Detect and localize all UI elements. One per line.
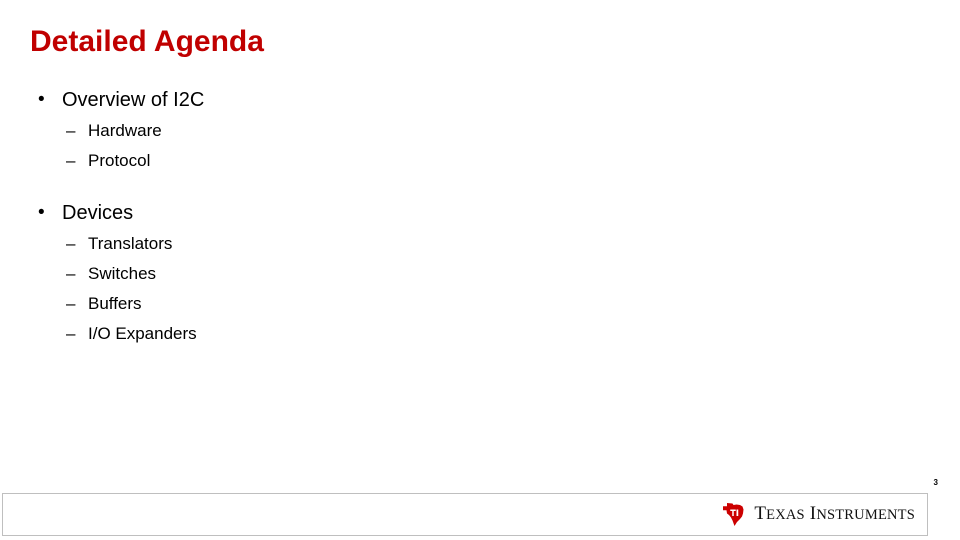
list-item-label: Translators <box>88 234 173 253</box>
list-item-label: Switches <box>88 264 157 283</box>
footer-bar: TEXAS INSTRUMENTS <box>2 493 928 536</box>
page-title: Detailed Agenda <box>30 25 264 58</box>
dash-icon: – <box>66 324 76 343</box>
list-item: – Buffers <box>0 290 900 320</box>
agenda-content: • Overview of I2C – Hardware – Protocol … <box>0 86 900 350</box>
texas-instruments-logo: TEXAS INSTRUMENTS <box>721 502 915 528</box>
wordmark-texas-rest: EXAS <box>766 507 805 523</box>
list-item-label: Protocol <box>88 151 151 170</box>
bullet-icon: • <box>38 202 45 223</box>
bullet-icon: • <box>38 89 45 110</box>
list-item-label: Devices <box>62 202 134 224</box>
dash-icon: – <box>66 151 76 170</box>
page-number: 3 <box>933 478 938 487</box>
wordmark-instruments-rest: NSTRUMENTS <box>816 507 915 523</box>
list-item: – Protocol <box>0 147 900 177</box>
wordmark-t-cap: T <box>754 503 767 524</box>
agenda-group: • Overview of I2C – Hardware – Protocol <box>0 86 900 177</box>
agenda-group: • Devices – Translators – Switches – Buf… <box>0 199 900 350</box>
list-item-label: Overview of I2C <box>62 89 205 111</box>
dash-icon: – <box>66 234 76 253</box>
texas-instruments-wordmark: TEXAS INSTRUMENTS <box>754 504 915 525</box>
dash-icon: – <box>66 294 76 313</box>
dash-icon: – <box>66 121 76 140</box>
list-item: • Devices <box>0 199 900 230</box>
list-item: – Switches <box>0 260 900 290</box>
texas-shape-icon <box>723 503 744 526</box>
slide-canvas: Detailed Agenda • Overview of I2C – Hard… <box>0 0 960 540</box>
list-item-label: Buffers <box>88 294 142 313</box>
list-item: – I/O Expanders <box>0 320 900 350</box>
list-item: – Hardware <box>0 117 900 147</box>
list-item-label: Hardware <box>88 121 162 140</box>
list-item-label: I/O Expanders <box>88 324 197 343</box>
list-item: – Translators <box>0 230 900 260</box>
list-item: • Overview of I2C <box>0 86 900 117</box>
dash-icon: – <box>66 264 76 283</box>
